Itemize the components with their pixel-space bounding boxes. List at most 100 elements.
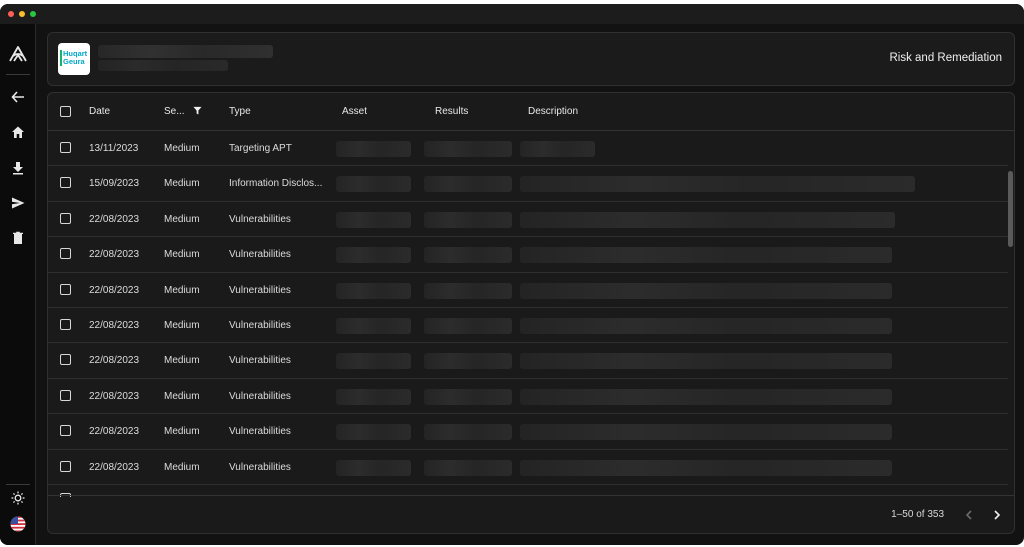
cell-date: 15/09/2023 — [89, 178, 140, 190]
cell-date: 22/08/2023 — [89, 284, 140, 296]
cell-type: Vulnerabilities — [229, 249, 291, 261]
close-window-button[interactable] — [8, 11, 14, 17]
cell-date: 22/08/2023 — [89, 320, 140, 331]
redacted-results — [424, 318, 512, 334]
redacted-description — [520, 176, 915, 193]
table-row[interactable]: 22/08/2023 Medium Vulnerabilities — [48, 414, 1008, 450]
table-body: 13/11/2023 Medium Targeting APT 15/09/2023 M… — [48, 131, 1008, 497]
table-footer: 1–50 of 353 — [48, 495, 1014, 533]
row-checkbox[interactable] — [60, 212, 71, 224]
maximize-window-button[interactable] — [30, 11, 36, 17]
redacted-results — [424, 247, 512, 264]
redacted-asset — [336, 247, 411, 264]
cell-severity: Medium — [164, 213, 200, 225]
row-checkbox[interactable] — [60, 248, 71, 260]
row-checkbox[interactable] — [60, 319, 71, 330]
app-window: Huqart Geura Risk and Remediation Date S… — [0, 4, 1024, 545]
page-title: Risk and Remediation — [889, 52, 1002, 64]
app-logo-icon[interactable] — [6, 42, 30, 66]
cell-severity: Medium — [164, 284, 200, 296]
redacted-results — [424, 424, 512, 441]
row-checkbox[interactable] — [60, 389, 71, 401]
redacted-description — [520, 247, 892, 264]
cell-type: Vulnerabilities — [229, 426, 291, 438]
page-header: Huqart Geura Risk and Remediation — [47, 32, 1015, 86]
chevron-right-icon — [994, 510, 1001, 520]
cell-date: 13/11/2023 — [89, 143, 139, 154]
redacted-description — [520, 424, 892, 441]
redacted-description — [520, 459, 892, 476]
row-checkbox[interactable] — [60, 283, 71, 295]
redacted-asset — [336, 141, 411, 157]
row-checkbox[interactable] — [60, 354, 71, 366]
redacted-results — [424, 459, 512, 476]
table-row[interactable]: 22/08/2023 Medium Vulnerabilities — [48, 237, 1008, 273]
table-scrollbar[interactable] — [1006, 131, 1014, 497]
pagination-range: 1–50 of 353 — [891, 509, 944, 520]
table-row[interactable]: 15/09/2023 Medium Information Disclos... — [48, 166, 1008, 202]
title-bar — [0, 4, 1024, 24]
minimize-window-button[interactable] — [19, 11, 25, 17]
send-icon[interactable] — [6, 191, 30, 215]
cell-date: 22/08/2023 — [89, 213, 140, 225]
cell-date: 22/08/2023 — [89, 461, 140, 473]
table-row[interactable]: 22/08/2023 Medium Vulnerabilities — [48, 273, 1008, 308]
theme-sun-icon[interactable] — [6, 486, 30, 510]
redacted-description — [520, 141, 595, 157]
table-row[interactable]: 13/11/2023 Medium Targeting APT — [48, 131, 1008, 167]
next-page-button[interactable] — [988, 506, 1006, 524]
column-header-date[interactable]: Date — [89, 106, 110, 117]
sidebar-divider — [6, 74, 30, 75]
row-checkbox[interactable] — [60, 177, 71, 189]
redacted-results — [424, 282, 512, 299]
chevron-left-icon — [965, 510, 972, 520]
cell-date: 22/08/2023 — [89, 249, 140, 261]
home-icon[interactable] — [6, 120, 30, 144]
us-flag-icon[interactable] — [6, 512, 30, 536]
redacted-asset — [336, 318, 411, 334]
scrollbar-thumb[interactable] — [1008, 171, 1013, 247]
column-header-description[interactable]: Description — [528, 106, 578, 117]
cell-type: Vulnerabilities — [229, 461, 291, 473]
table-header: Date Se... Type Asset Results Descriptio… — [48, 93, 1014, 131]
redacted-asset — [336, 459, 411, 476]
cell-type: Vulnerabilities — [229, 390, 291, 402]
column-header-type[interactable]: Type — [229, 106, 251, 117]
cell-severity: Medium — [164, 143, 200, 154]
cell-date: 22/08/2023 — [89, 355, 140, 367]
table-row[interactable]: 22/08/2023 Medium Vulnerabilities — [48, 202, 1008, 238]
back-arrow-icon[interactable] — [6, 85, 30, 109]
download-icon[interactable] — [6, 156, 30, 180]
table-row[interactable]: 22/08/2023 Medium Vulnerabilities — [48, 450, 1008, 485]
cell-date: 22/08/2023 — [89, 390, 140, 402]
logo-accent-bar — [60, 50, 62, 66]
cell-type: Vulnerabilities — [229, 284, 291, 296]
redacted-results — [424, 141, 512, 157]
redacted-description — [520, 282, 892, 299]
cell-severity: Medium — [164, 249, 200, 261]
cell-severity: Medium — [164, 390, 200, 402]
cell-type: Information Disclos... — [229, 178, 323, 190]
select-all-checkbox[interactable] — [60, 106, 71, 117]
trash-icon[interactable] — [6, 226, 30, 250]
column-header-asset[interactable]: Asset — [342, 106, 367, 117]
row-checkbox[interactable] — [60, 460, 71, 472]
column-header-results[interactable]: Results — [435, 106, 468, 117]
table-row[interactable]: 22/08/2023 Medium Vulnerabilities — [48, 343, 1008, 379]
table-row[interactable]: 22/08/2023 Medium Vulnerabilities — [48, 379, 1008, 415]
filter-icon[interactable] — [193, 106, 202, 115]
redacted-results — [424, 211, 512, 228]
cell-type: Vulnerabilities — [229, 213, 291, 225]
risk-table: Date Se... Type Asset Results Descriptio… — [47, 92, 1015, 534]
table-row[interactable]: 22/08/2023 Medium Vulnerabilities — [48, 308, 1008, 344]
cell-severity: Medium — [164, 355, 200, 367]
cell-type: Targeting APT — [229, 143, 292, 154]
redacted-asset — [336, 353, 411, 370]
row-checkbox[interactable] — [60, 425, 71, 437]
cell-severity: Medium — [164, 461, 200, 473]
row-checkbox[interactable] — [60, 142, 71, 153]
column-header-severity[interactable]: Se... — [164, 106, 202, 117]
previous-page-button[interactable] — [960, 506, 978, 524]
company-logo-text: Huqart Geura — [63, 49, 88, 66]
redacted-asset — [336, 424, 411, 441]
